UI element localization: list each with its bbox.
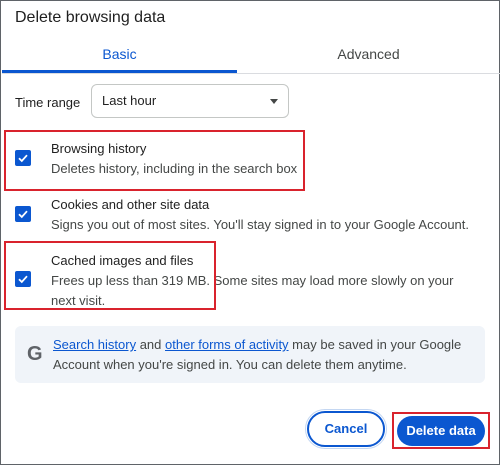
search-history-link[interactable]: Search history <box>53 337 136 352</box>
info-text: Search history and other forms of activi… <box>53 335 473 375</box>
cancel-button[interactable]: Cancel <box>305 409 387 449</box>
time-range-select[interactable]: Last hour <box>91 84 289 118</box>
option-title: Cookies and other site data <box>51 197 210 212</box>
tab-advanced[interactable]: Advanced <box>237 37 500 73</box>
other-activity-link[interactable]: other forms of activity <box>165 337 289 352</box>
cookies-checkbox[interactable] <box>15 206 31 222</box>
checkmark-icon <box>18 275 28 284</box>
option-description: Signs you out of most sites. You'll stay… <box>51 217 470 232</box>
activity-info-box: G Search history and other forms of acti… <box>15 326 485 383</box>
cached-images-checkbox[interactable] <box>15 271 31 287</box>
info-text-part: and <box>136 337 166 352</box>
google-g-icon: G <box>27 343 43 365</box>
option-description: Frees up less than 319 MB. Some sites ma… <box>51 273 454 308</box>
dialog: Delete browsing data Basic Advanced Time… <box>0 0 500 465</box>
tab-selected-indicator <box>2 70 237 73</box>
dialog-title: Delete browsing data <box>15 9 166 26</box>
checkmark-icon <box>18 154 28 163</box>
option-title: Cached images and files <box>51 253 194 268</box>
dropdown-arrow-icon <box>270 99 278 104</box>
tab-bar: Basic Advanced <box>2 37 500 74</box>
browsing-history-checkbox[interactable] <box>15 150 31 166</box>
time-range-value: Last hour <box>102 93 157 108</box>
delete-data-button[interactable]: Delete data <box>397 416 485 446</box>
option-description: Deletes history, including in the search… <box>51 161 298 176</box>
time-range-label: Time range <box>15 95 81 110</box>
checkmark-icon <box>18 210 28 219</box>
tab-basic[interactable]: Basic <box>2 37 237 73</box>
option-title: Browsing history <box>51 141 147 156</box>
